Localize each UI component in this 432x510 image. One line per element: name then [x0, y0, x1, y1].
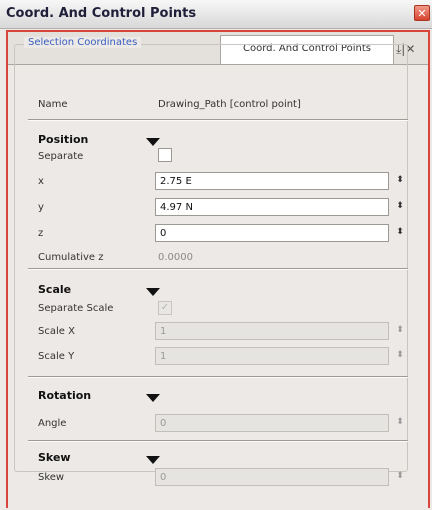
scale-y-spinner-icon[interactable]: ⬍: [394, 350, 406, 360]
angle-spinner-icon[interactable]: ⬍: [394, 417, 406, 427]
scale-y-label: Scale Y: [38, 351, 75, 362]
scale-collapse-icon[interactable]: [146, 288, 160, 296]
position-collapse-icon[interactable]: [146, 138, 160, 146]
skew-input[interactable]: [155, 468, 389, 486]
skew-collapse-icon[interactable]: [146, 456, 160, 464]
skew-label: Skew: [38, 472, 65, 483]
separate-scale-label: Separate Scale: [38, 303, 114, 314]
divider: [28, 440, 408, 442]
divider: [28, 376, 408, 378]
scale-x-spinner-icon[interactable]: ⬍: [394, 325, 406, 335]
scale-y-input[interactable]: [155, 347, 389, 365]
position-title: Position: [38, 133, 89, 146]
separate-checkbox[interactable]: [158, 148, 172, 162]
y-spinner-icon[interactable]: ⬍: [394, 201, 406, 211]
z-spinner-icon[interactable]: ⬍: [394, 227, 406, 237]
x-label: x: [38, 176, 44, 187]
angle-label: Angle: [38, 418, 67, 429]
cumulative-z-value: 0.0000: [158, 252, 193, 263]
separate-scale-checkbox[interactable]: ✓: [158, 301, 172, 315]
angle-input[interactable]: [155, 414, 389, 432]
skew-spinner-icon[interactable]: ⬍: [394, 471, 406, 481]
name-label: Name: [38, 99, 68, 110]
scale-title: Scale: [38, 283, 72, 296]
group-legend: Selection Coordinates: [24, 37, 142, 48]
rotation-collapse-icon[interactable]: [146, 394, 160, 402]
coord-control-points-window: Coord. And Control Points ✕ Coord. And C…: [0, 0, 432, 510]
x-input[interactable]: [155, 172, 389, 190]
z-input[interactable]: [155, 224, 389, 242]
x-spinner-icon[interactable]: ⬍: [394, 175, 406, 185]
y-input[interactable]: [155, 198, 389, 216]
rotation-title: Rotation: [38, 389, 92, 402]
close-button[interactable]: ✕: [414, 5, 430, 21]
name-value: Drawing_Path [control point]: [158, 99, 301, 110]
separate-label: Separate: [38, 151, 84, 162]
skew-title: Skew: [38, 451, 71, 464]
divider: [28, 268, 408, 270]
scale-x-input[interactable]: [155, 322, 389, 340]
divider: [28, 119, 408, 121]
title-bar[interactable]: Coord. And Control Points ✕: [0, 0, 432, 29]
scale-x-label: Scale X: [38, 326, 75, 337]
z-label: z: [38, 228, 44, 239]
y-label: y: [38, 202, 44, 213]
cumulative-z-label: Cumulative z: [38, 252, 104, 263]
window-title: Coord. And Control Points: [6, 6, 197, 21]
